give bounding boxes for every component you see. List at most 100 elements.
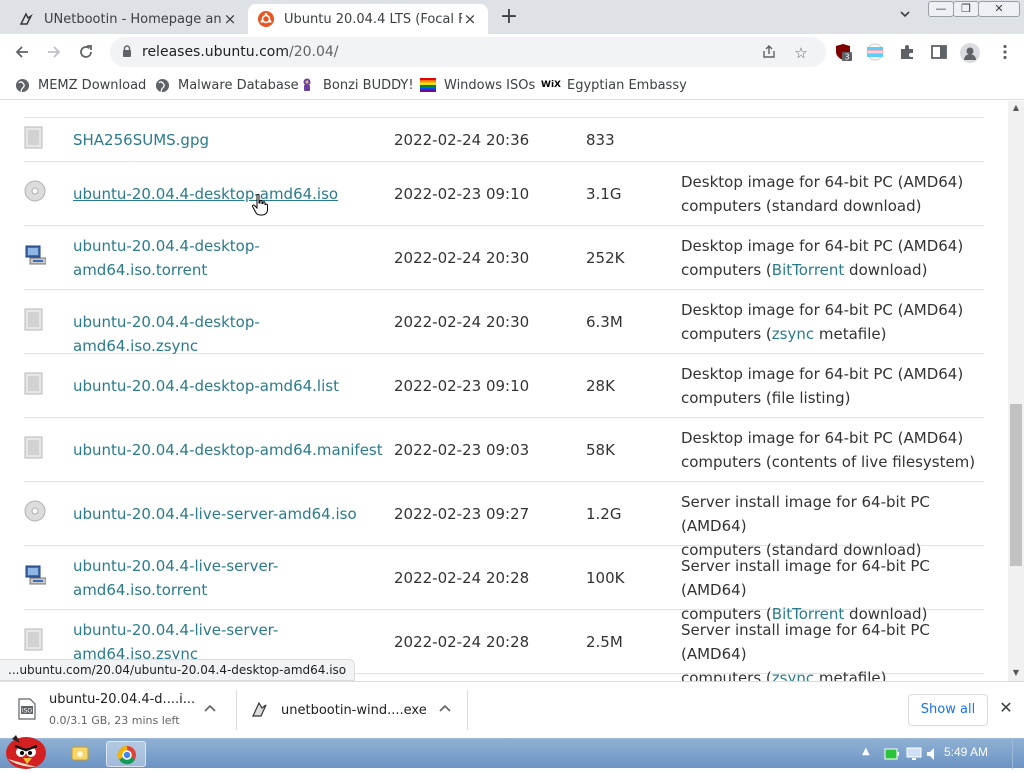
download-progress-text: 0.0/3.1 GB, 23 mins left — [49, 714, 180, 727]
table-row: ubuntu-20.04.4-live-server-amd64.iso.tor… — [24, 546, 984, 623]
link-status-url: ...ubuntu.com/20.04/ubuntu-20.04.4-deskt… — [0, 659, 356, 681]
extensions-puzzle-icon[interactable] — [898, 43, 916, 61]
bookmark-egyptian-embassy[interactable]: WiX Egyptian Embassy — [541, 76, 687, 94]
file-link[interactable]: ubuntu-20.04.4-live-server-amd64.iso.tor… — [73, 554, 373, 602]
volume-icon[interactable] — [926, 747, 940, 764]
file-date: 2022-02-24 20:36 — [394, 131, 530, 149]
tab-title: Ubuntu 20.04.4 LTS (Focal Fos — [284, 11, 462, 27]
globe-icon — [14, 77, 30, 93]
scroll-down-arrow-icon[interactable]: ▼ — [1008, 666, 1024, 680]
browser-toolbar: releases.ubuntu.com/20.04/ ☆ 3 — [0, 34, 1024, 70]
file-size: 3.1G — [586, 185, 622, 203]
download-item[interactable]: unetbootin-wind....exe — [237, 682, 467, 739]
disc-icon — [24, 101, 44, 109]
tray-overflow-icon[interactable]: ▲ — [862, 746, 870, 757]
new-tab-button[interactable]: + — [498, 6, 520, 29]
network-icon — [24, 564, 47, 590]
file-description: Desktop image for 64-bit PC (AMD64) comp… — [681, 429, 976, 471]
share-icon[interactable] — [760, 44, 778, 62]
bookmark-bonzi-buddy[interactable]: Bonzi BUDDY! — [299, 76, 414, 94]
file-link[interactable]: ubuntu-20.04.4-desktop-amd64.iso.zsync — [73, 310, 373, 358]
restore-button[interactable]: ❐ — [953, 1, 979, 17]
trans-flag-extension-icon[interactable] — [866, 43, 884, 61]
forward-button[interactable] — [42, 40, 66, 64]
ublock-icon[interactable]: 3 — [834, 43, 852, 62]
show-desktop-button[interactable] — [1012, 739, 1024, 769]
hand-cursor-icon — [251, 193, 268, 216]
bookmark-label: Windows ISOs — [444, 77, 536, 93]
scrollbar-thumb[interactable] — [1010, 404, 1022, 566]
bookmark-star-icon[interactable]: ☆ — [792, 44, 810, 62]
tab-title: UNetbootin - Homepage and — [44, 11, 222, 27]
zsync-link[interactable]: zsync — [772, 669, 814, 681]
disc-icon — [24, 180, 46, 206]
address-bar[interactable]: releases.ubuntu.com/20.04/ ☆ — [110, 37, 826, 67]
bookmark-memz[interactable]: MEMZ Download — [14, 76, 146, 94]
file-date: 2022-02-23 09:03 — [394, 441, 530, 459]
menu-kebab-icon[interactable] — [996, 43, 1014, 61]
file-link[interactable]: ubuntu-20.04.4-desktop-amd64.manifest — [73, 438, 383, 462]
text-file-icon — [24, 436, 44, 464]
bittorrent-link[interactable]: BitTorrent — [772, 261, 845, 279]
download-shelf: ISO ubuntu-20.04.4-d....i... 0.0/3.1 GB,… — [0, 681, 1024, 738]
file-size: 6.3M — [586, 313, 623, 331]
chevron-up-icon[interactable] — [204, 702, 216, 717]
table-row: ubuntu-20.04.4-desktop-amd64.iso 2022-02… — [24, 162, 984, 226]
file-description: Desktop image for 64-bit PC (AMD64) comp… — [681, 237, 964, 279]
back-button[interactable] — [10, 40, 34, 64]
file-link[interactable]: ubuntu-20.04.4-desktop-amd64.iso.torrent — [73, 234, 373, 282]
file-description: Desktop image for 64-bit PC (AMD64) comp… — [681, 365, 964, 407]
file-description: Desktop image for 64-bit PC (AMD64) comp… — [681, 301, 964, 343]
close-download-shelf-icon[interactable]: ✕ — [996, 698, 1016, 718]
file-date: 2022-02-24 20:28 — [394, 569, 530, 587]
text-file-icon — [24, 308, 44, 336]
file-date: 2022-02-24 20:30 — [394, 249, 530, 267]
file-size: 28K — [586, 377, 615, 395]
table-row: ubuntu-20.04.4-live-server-amd64.iso 202… — [24, 482, 984, 559]
page-content: SHA256SUMS.gpg 2022-02-24 20:36 833 ubun… — [0, 101, 1008, 681]
reload-button[interactable] — [74, 40, 98, 64]
start-button-angry-bird-icon[interactable] — [2, 729, 48, 769]
battery-icon[interactable] — [884, 747, 900, 764]
tab-close-icon[interactable]: × — [222, 11, 238, 27]
side-panel-icon[interactable] — [930, 43, 948, 61]
taskbar-clock[interactable]: 5:49 AM — [944, 745, 988, 759]
tab-close-icon[interactable]: × — [462, 11, 478, 27]
zsync-link[interactable]: zsync — [772, 325, 814, 343]
close-window-button[interactable]: ✕ — [978, 1, 1020, 17]
file-size: 2.5M — [586, 633, 623, 651]
bookmark-malware-database[interactable]: Malware Database — [154, 76, 299, 94]
bookmark-windows-isos[interactable]: Windows ISOs — [420, 76, 535, 94]
tab-ubuntu[interactable]: Ubuntu 20.04.4 LTS (Focal Fos × — [248, 4, 488, 34]
file-link[interactable]: SHA256SUMS.gpg — [73, 128, 373, 152]
svg-text:3: 3 — [844, 53, 849, 62]
bookmark-label: MEMZ Download — [38, 77, 147, 93]
file-description: Server install image for 64-bit PC (AMD6… — [681, 618, 991, 681]
profile-avatar-icon[interactable] — [960, 43, 980, 63]
text-file-icon — [24, 126, 44, 154]
tab-search-chevron-icon[interactable] — [896, 8, 914, 26]
tab-unetbootin[interactable]: UNetbootin - Homepage and × — [8, 4, 248, 34]
file-link[interactable]: ubuntu-20.04.4-desktop-amd64.iso — [73, 182, 373, 206]
table-row — [24, 101, 984, 118]
file-link[interactable]: ubuntu-20.04.4-desktop-amd64.list — [73, 374, 373, 398]
bookmark-label: Malware Database — [178, 77, 299, 93]
lock-icon[interactable] — [122, 45, 132, 57]
minimize-button[interactable]: — — [928, 1, 954, 17]
scroll-up-arrow-icon[interactable]: ▲ — [1008, 101, 1024, 115]
show-all-downloads-button[interactable]: Show all — [908, 694, 988, 726]
file-link[interactable]: ubuntu-20.04.4-live-server-amd64.iso — [73, 502, 373, 526]
file-date: 2022-02-23 09:10 — [394, 185, 530, 203]
monitor-icon[interactable] — [906, 747, 922, 764]
file-description: Desktop image for 64-bit PC (AMD64) comp… — [681, 173, 964, 215]
chrome-taskbar-icon[interactable] — [106, 741, 146, 767]
file-size: 252K — [586, 249, 625, 267]
ubuntu-icon — [258, 11, 274, 27]
download-filename: unetbootin-wind....exe — [281, 703, 427, 718]
file-explorer-taskbar-icon[interactable] — [60, 741, 100, 767]
scrollbar-track[interactable] — [1008, 101, 1024, 681]
download-filename: ubuntu-20.04.4-d....i... — [49, 692, 196, 707]
bonzi-icon — [299, 77, 315, 93]
rainbow-flag-icon — [420, 77, 436, 93]
chevron-up-icon[interactable] — [439, 702, 451, 717]
